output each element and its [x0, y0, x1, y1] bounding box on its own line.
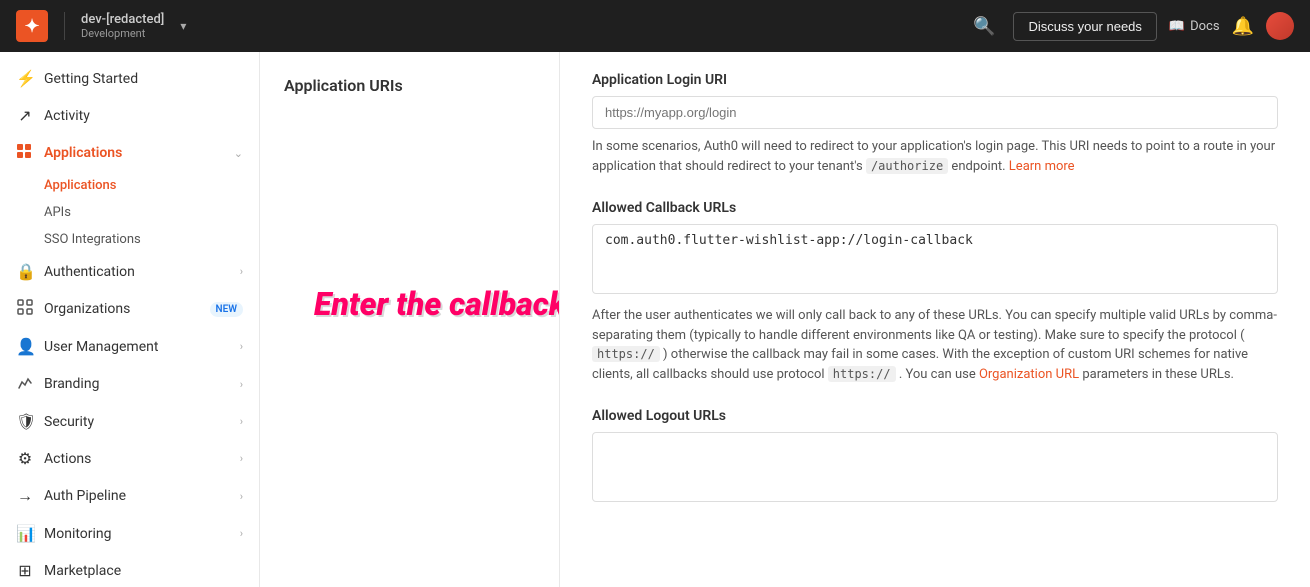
nav-divider	[64, 12, 65, 40]
applications-icon	[16, 143, 34, 163]
left-panel: Application URIs Enter the callback URL …	[260, 52, 560, 587]
sidebar-item-label: Actions	[44, 451, 230, 467]
book-icon: 📖	[1169, 19, 1185, 34]
sidebar-item-getting-started[interactable]: ⚡ Getting Started	[0, 60, 259, 97]
discuss-needs-button[interactable]: Discuss your needs	[1013, 12, 1156, 41]
sidebar-item-label: Applications	[44, 145, 224, 161]
content-area: Application URIs Enter the callback URL …	[260, 52, 1310, 587]
tenant-info: dev-[redacted] Development	[81, 12, 164, 40]
callback-urls-input[interactable]: com.auth0.flutter-wishlist-app://login-c…	[592, 224, 1278, 294]
login-uri-input[interactable]	[592, 96, 1278, 129]
sidebar-item-label: Auth Pipeline	[44, 488, 230, 504]
sidebar-item-label: Marketplace	[44, 563, 243, 579]
sidebar-sub-apis[interactable]: APIs	[44, 199, 259, 226]
organization-url-link[interactable]: Organization URL	[979, 367, 1079, 382]
chevron-right-icon: ›	[240, 265, 243, 278]
logout-urls-section: Allowed Logout URLs	[592, 408, 1278, 506]
sidebar-item-label: Authentication	[44, 264, 230, 280]
logout-urls-input[interactable]	[592, 432, 1278, 502]
section-title: Application URIs	[284, 76, 535, 95]
new-badge: NEW	[210, 302, 244, 317]
search-icon[interactable]: 🔍	[967, 10, 1001, 43]
sidebar-item-label: User Management	[44, 339, 230, 355]
sidebar-item-applications[interactable]: Applications ⌄	[0, 134, 259, 172]
branding-icon	[16, 374, 34, 394]
callback-urls-description: After the user authenticates we will onl…	[592, 306, 1278, 384]
learn-more-link[interactable]: Learn more	[1009, 159, 1075, 174]
sidebar-sub-sso[interactable]: SSO Integrations	[44, 226, 259, 253]
callback-urls-label: Allowed Callback URLs	[592, 200, 1278, 216]
sidebar-item-label: Security	[44, 414, 230, 430]
login-uri-label: Application Login URI	[592, 72, 1278, 88]
sidebar-item-monitoring[interactable]: 📊 Monitoring ›	[0, 515, 259, 552]
tenant-chevron-icon[interactable]: ▾	[180, 19, 186, 33]
annotation-text: Enter the callback URL here.	[314, 285, 560, 323]
chevron-down-icon: ⌄	[234, 147, 243, 160]
bell-icon[interactable]: 🔔	[1232, 16, 1254, 37]
sidebar-item-actions[interactable]: ⚙ Actions ›	[0, 440, 259, 477]
sidebar-item-marketplace[interactable]: ⊞ Marketplace	[0, 552, 259, 587]
authentication-icon: 🔒	[16, 262, 34, 281]
login-uri-section: Application Login URI In some scenarios,…	[592, 72, 1278, 176]
marketplace-icon: ⊞	[16, 561, 34, 580]
sidebar-item-label: Activity	[44, 108, 243, 124]
callback-urls-section: Allowed Callback URLs com.auth0.flutter-…	[592, 200, 1278, 384]
applications-submenu: Applications APIs SSO Integrations	[0, 172, 259, 253]
sidebar: ⚡ Getting Started ↗ Activity Application…	[0, 52, 260, 587]
sidebar-item-branding[interactable]: Branding ›	[0, 365, 259, 403]
sidebar-item-activity[interactable]: ↗ Activity	[0, 97, 259, 134]
chevron-right-icon: ›	[240, 415, 243, 428]
sidebar-sub-applications[interactable]: Applications	[44, 172, 259, 199]
tenant-env: Development	[81, 27, 164, 40]
right-panel: Application Login URI In some scenarios,…	[560, 52, 1310, 587]
top-navigation: ✦ dev-[redacted] Development ▾ 🔍 Discuss…	[0, 0, 1310, 52]
sidebar-item-auth-pipeline[interactable]: → Auth Pipeline ›	[0, 477, 259, 515]
activity-icon: ↗	[16, 106, 34, 125]
sidebar-item-authentication[interactable]: 🔒 Authentication ›	[0, 253, 259, 290]
chevron-right-icon: ›	[240, 527, 243, 540]
sidebar-item-security[interactable]: 🛡 Security ›	[0, 403, 259, 440]
security-icon: 🛡	[16, 412, 34, 431]
chevron-right-icon: ›	[240, 340, 243, 353]
app-logo[interactable]: ✦	[16, 10, 48, 42]
auth-pipeline-icon: →	[16, 486, 34, 506]
chevron-right-icon: ›	[240, 378, 243, 391]
login-uri-description: In some scenarios, Auth0 will need to re…	[592, 137, 1278, 176]
sidebar-item-label: Getting Started	[44, 71, 243, 87]
main-layout: ⚡ Getting Started ↗ Activity Application…	[0, 52, 1310, 587]
docs-link[interactable]: 📖 Docs	[1169, 19, 1220, 34]
logout-urls-label: Allowed Logout URLs	[592, 408, 1278, 424]
chevron-right-icon: ›	[240, 452, 243, 465]
avatar[interactable]	[1266, 12, 1294, 40]
sidebar-item-label: Organizations	[44, 301, 200, 317]
monitoring-icon: 📊	[16, 524, 34, 543]
tenant-name: dev-[redacted]	[81, 12, 164, 27]
sidebar-item-label: Branding	[44, 376, 230, 392]
sidebar-item-label: Monitoring	[44, 526, 230, 542]
organizations-icon	[16, 299, 34, 319]
sidebar-item-organizations[interactable]: Organizations NEW	[0, 290, 259, 328]
actions-icon: ⚙	[16, 449, 34, 468]
user-management-icon: 👤	[16, 337, 34, 356]
chevron-right-icon: ›	[240, 490, 243, 503]
sidebar-item-user-management[interactable]: 👤 User Management ›	[0, 328, 259, 365]
getting-started-icon: ⚡	[16, 69, 34, 88]
